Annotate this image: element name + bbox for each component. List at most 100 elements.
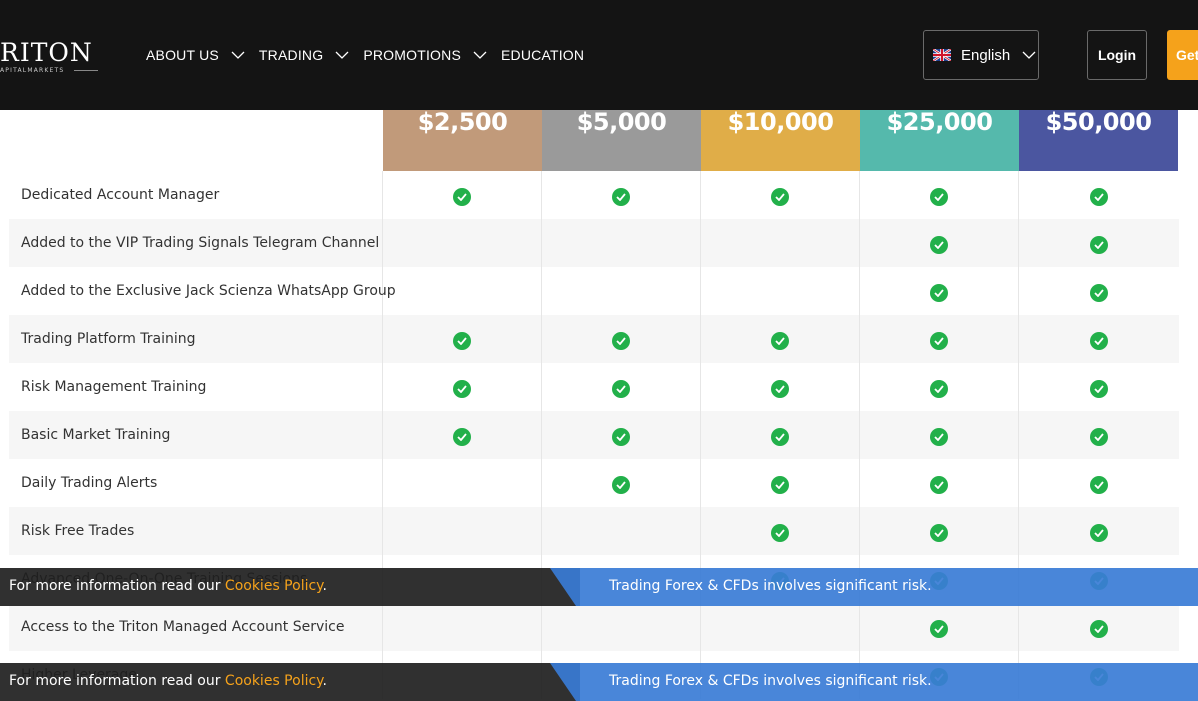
language-selector[interactable]: English	[923, 30, 1039, 80]
feature-cell	[860, 603, 1019, 651]
cookies-policy-link[interactable]: Cookies Policy	[225, 578, 323, 594]
feature-cell	[1019, 219, 1178, 267]
feature-cell	[542, 411, 701, 459]
chevron-down-icon	[335, 50, 349, 60]
tier-label: $25,000	[886, 108, 993, 136]
cookie-notice-suffix: .	[322, 578, 327, 594]
nav-education[interactable]: EDUCATION	[501, 47, 584, 63]
tier-25000: $25,000	[860, 110, 1019, 171]
check-icon	[1089, 284, 1108, 302]
tier-label: $50,000	[1045, 108, 1152, 136]
feature-cell	[1019, 171, 1178, 219]
feature-cell	[383, 507, 542, 555]
feature-cell	[542, 507, 701, 555]
feature-cell	[542, 363, 701, 411]
feature-label: Added to the VIP Trading Signals Telegra…	[9, 219, 383, 267]
check-icon	[771, 380, 789, 398]
feature-cell	[701, 411, 860, 459]
feature-cell	[383, 315, 542, 363]
cookie-notice-suffix: .	[322, 673, 327, 689]
check-icon	[930, 476, 948, 494]
cookie-notice-text: For more information read our Cookies Po…	[9, 673, 327, 689]
feature-cell	[542, 267, 701, 315]
nav-promotions-label: PROMOTIONS	[363, 47, 461, 63]
check-icon	[1089, 188, 1108, 206]
feature-cell	[701, 459, 860, 507]
tier-header-row: $2,500 $5,000 $10,000 $25,000 $50,000	[383, 110, 1178, 171]
nav-about-us-label: ABOUT US	[146, 47, 219, 63]
risk-warning-text: Trading Forex & CFDs involves significan…	[609, 673, 932, 689]
feature-label: Added to the Exclusive Jack Scienza What…	[9, 267, 396, 315]
check-icon	[612, 476, 630, 494]
tier-50000: $50,000	[1019, 110, 1178, 171]
feature-cell	[860, 507, 1019, 555]
feature-label: Trading Platform Training	[9, 315, 383, 363]
nav-promotions[interactable]: PROMOTIONS	[363, 47, 487, 63]
check-icon	[771, 428, 789, 446]
get-started-button[interactable]: Get	[1167, 30, 1198, 80]
page: RITON APITALMARKETS ABOUT US TRADING PRO…	[0, 0, 1198, 701]
feature-cell	[383, 411, 542, 459]
feature-cell	[1019, 411, 1178, 459]
logo-wordmark: RITON	[0, 38, 93, 67]
check-icon	[453, 428, 471, 446]
check-icon	[1089, 236, 1108, 254]
feature-row: Daily Trading Alerts	[9, 459, 1179, 507]
check-icon	[612, 428, 630, 446]
logo-subtitle: APITALMARKETS	[0, 67, 65, 74]
logo-divider	[74, 70, 98, 71]
check-icon	[1089, 380, 1108, 398]
check-icon	[930, 428, 948, 446]
check-icon	[453, 380, 471, 398]
feature-cell	[860, 315, 1019, 363]
cookies-policy-link[interactable]: Cookies Policy	[225, 673, 323, 689]
notice-banner: For more information read our Cookies Po…	[0, 568, 1198, 606]
tier-10000: $10,000	[701, 110, 860, 171]
nav-trading[interactable]: TRADING	[259, 47, 349, 63]
feature-cell	[1019, 267, 1178, 315]
feature-row: Added to the Exclusive Jack Scienza What…	[9, 267, 1179, 315]
feature-row: Basic Market Training	[9, 411, 1179, 459]
check-icon	[1089, 620, 1108, 638]
feature-row: Added to the VIP Trading Signals Telegra…	[9, 219, 1179, 267]
feature-row: Risk Management Training	[9, 363, 1179, 411]
check-icon	[930, 620, 948, 638]
feature-label: Access to the Triton Managed Account Ser…	[9, 603, 383, 651]
chevron-down-icon	[473, 50, 487, 60]
feature-cell	[383, 219, 542, 267]
feature-cell	[860, 267, 1019, 315]
language-label: English	[961, 46, 1011, 64]
feature-label: Basic Market Training	[9, 411, 383, 459]
login-button[interactable]: Login	[1087, 30, 1147, 80]
check-icon	[1089, 524, 1108, 542]
cookie-notice: For more information read our Cookies Po…	[0, 568, 580, 606]
check-icon	[453, 188, 471, 206]
check-icon	[930, 524, 948, 542]
check-icon	[930, 188, 948, 206]
feature-cell	[1019, 363, 1178, 411]
feature-label: Dedicated Account Manager	[9, 171, 383, 219]
check-icon	[930, 236, 948, 254]
tier-label: $10,000	[727, 108, 834, 136]
check-icon	[1089, 476, 1108, 494]
check-icon	[771, 476, 789, 494]
check-icon	[1089, 332, 1108, 350]
chevron-down-icon	[1022, 50, 1036, 60]
feature-label: Daily Trading Alerts	[9, 459, 383, 507]
feature-cell	[701, 219, 860, 267]
nav-about-us[interactable]: ABOUT US	[146, 47, 245, 63]
feature-cell	[860, 363, 1019, 411]
feature-cell	[383, 363, 542, 411]
tier-label: $2,500	[417, 108, 508, 136]
tier-5000: $5,000	[542, 110, 701, 171]
feature-cell	[860, 411, 1019, 459]
check-icon	[930, 284, 948, 302]
feature-cell	[701, 603, 860, 651]
cookie-notice-prefix: For more information read our	[9, 673, 225, 689]
feature-row: Risk Free Trades	[9, 507, 1179, 555]
check-icon	[1089, 428, 1108, 446]
feature-cell	[701, 171, 860, 219]
feature-row: Access to the Triton Managed Account Ser…	[9, 603, 1179, 651]
triton-logo[interactable]: RITON APITALMARKETS	[0, 38, 104, 78]
feature-cell	[701, 507, 860, 555]
